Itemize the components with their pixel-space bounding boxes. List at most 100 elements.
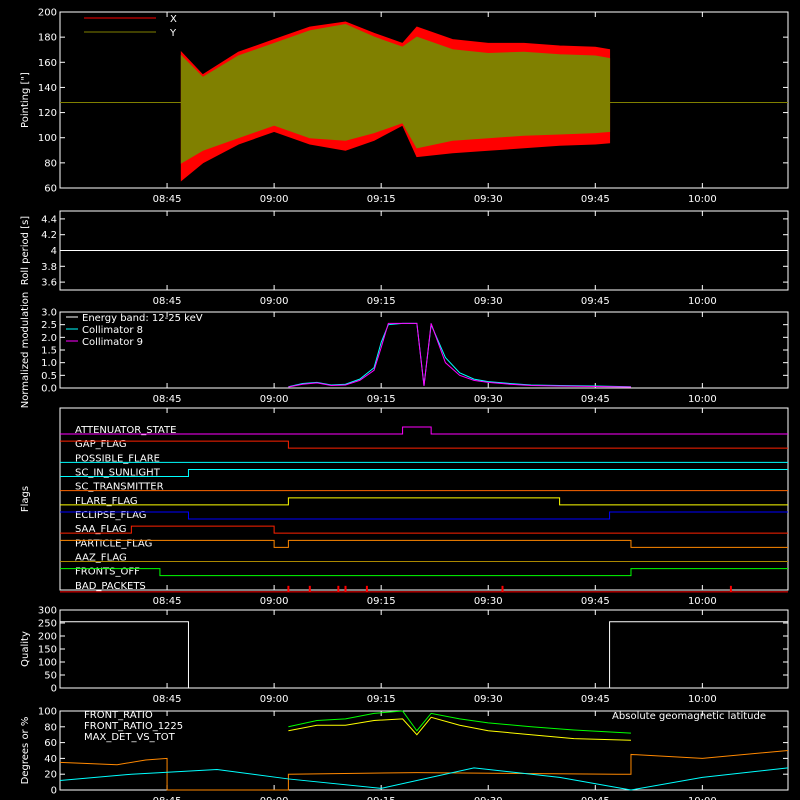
roll-xtick-label: 09:45 bbox=[581, 296, 610, 307]
modulation-legend-label: Collimator 9 bbox=[82, 337, 143, 348]
quality-xtick-label: 09:45 bbox=[581, 694, 610, 705]
flags-xtick-label: 09:15 bbox=[367, 596, 396, 607]
flag-label-bad-packets: BAD_PACKETS bbox=[75, 581, 146, 592]
quality-xtick-label: 09:00 bbox=[260, 694, 289, 705]
quality-xtick-label: 09:15 bbox=[367, 694, 396, 705]
quality-ytick-label: 100 bbox=[38, 658, 57, 669]
flags-xtick-label: 09:45 bbox=[581, 596, 610, 607]
ratios-ytick-label: 60 bbox=[44, 738, 57, 749]
quality-ytick-label: 300 bbox=[38, 606, 57, 617]
pointing-ytick-label: 140 bbox=[38, 83, 57, 94]
modulation-ytick-label: 1.5 bbox=[41, 346, 57, 357]
ratios-ylabel: Degrees or % bbox=[20, 717, 31, 785]
quality-ytick-label: 200 bbox=[38, 632, 57, 643]
roll-ylabel: Roll period [s] bbox=[20, 216, 31, 285]
pointing-xtick-label: 09:15 bbox=[367, 194, 396, 205]
quality-xtick-label: 08:45 bbox=[153, 694, 182, 705]
ratios-xtick-label: 08:45 bbox=[153, 796, 182, 800]
quality-line bbox=[60, 621, 788, 689]
ratios-legend-label: FRONT_RATIO_1225 bbox=[84, 721, 183, 732]
ratios-legend-label: FRONT_RATIO bbox=[84, 710, 153, 721]
quality-ytick-label: 250 bbox=[38, 619, 57, 630]
pointing-legend-label-x: X bbox=[170, 14, 177, 25]
flags-ylabel: Flags bbox=[20, 486, 31, 512]
pointing-xtick-label: 08:45 bbox=[153, 194, 182, 205]
ratios-ytick-label: 0 bbox=[51, 786, 57, 797]
quality-ylabel: Quality bbox=[20, 631, 31, 667]
roll-ytick-label: 3.8 bbox=[41, 262, 57, 273]
ratios-ytick-label: 80 bbox=[44, 722, 57, 733]
flags-xtick-label: 09:00 bbox=[260, 596, 289, 607]
flag-trace-flare-flag bbox=[60, 497, 788, 506]
modulation-xtick-label: 09:00 bbox=[260, 394, 289, 405]
roll-xtick-label: 08:45 bbox=[153, 296, 182, 307]
flags-panel: 08:45 09:00 09:15 09:30 09:45 10:00FlagsATTEN… bbox=[20, 407, 789, 607]
quality-xtick-label: 10:00 bbox=[688, 694, 717, 705]
modulation-series-8 bbox=[288, 322, 631, 388]
ratios-series-max-det-vs-tot bbox=[59, 750, 789, 791]
pointing-ytick-label: 60 bbox=[44, 184, 57, 195]
ratios-ytick-label: 20 bbox=[44, 770, 57, 781]
modulation-ytick-label: 2.0 bbox=[41, 333, 57, 344]
modulation-xtick-label: 09:30 bbox=[474, 394, 503, 405]
pointing-xtick-label: 09:45 bbox=[581, 194, 610, 205]
modulation-ytick-label: 3.0 bbox=[41, 308, 57, 319]
modulation-xtick-label: 09:45 bbox=[581, 394, 610, 405]
ratios-series-front-ratio-1225 bbox=[288, 710, 632, 734]
quality-ytick-label: 50 bbox=[44, 671, 57, 682]
modulation-ytick-label: 0.0 bbox=[41, 384, 57, 395]
roll-ytick-label: 4.4 bbox=[41, 214, 57, 225]
ratios-xtick-label: 09:45 bbox=[581, 796, 610, 800]
pointing-ytick-label: 120 bbox=[38, 108, 57, 119]
pointing-ytick-label: 200 bbox=[38, 8, 57, 19]
roll-ytick-label: 4.2 bbox=[41, 230, 57, 241]
flags-xtick-label: 08:45 bbox=[153, 596, 182, 607]
modulation-legend-label: Collimator 8 bbox=[82, 325, 143, 336]
modulation-ytick-label: 2.5 bbox=[41, 320, 57, 331]
modulation-ylabel: Normalized modulation bbox=[20, 292, 31, 409]
ratios-xtick-label: 09:00 bbox=[260, 796, 289, 800]
flags-xtick-label: 10:00 bbox=[688, 596, 717, 607]
roll-xtick-label: 09:00 bbox=[260, 296, 289, 307]
ratios-xtick-label: 09:15 bbox=[367, 796, 396, 800]
modulation-ytick-label: 0.5 bbox=[41, 371, 57, 382]
roll-xtick-label: 09:15 bbox=[367, 296, 396, 307]
quality-panel: 08:45 09:00 09:15 09:30 09:45 10:00 Quality 0 50… bbox=[20, 606, 789, 705]
modulation-legend-title: Energy band: 12-25 keV bbox=[82, 313, 203, 324]
modulation-series-9 bbox=[288, 322, 631, 388]
modulation-xtick-label: 08:45 bbox=[153, 394, 182, 405]
flag-trace-saa-flag bbox=[60, 525, 788, 534]
ratios-xtick-label: 09:30 bbox=[474, 796, 503, 800]
pointing-ytick-label: 80 bbox=[44, 158, 57, 169]
multi-panel-chart: 08:45 09:00 09:15 09:30 09:45 10:00 Pointing [… bbox=[20, 8, 789, 800]
pointing-ylabel: Pointing ["] bbox=[20, 72, 31, 128]
roll-panel: 08:45 09:00 09:15 09:30 09:45 10:00 Roll perio… bbox=[20, 210, 789, 307]
pointing-xtick-label: 09:00 bbox=[260, 194, 289, 205]
roll-ytick-label: 3.6 bbox=[41, 278, 57, 289]
quality-ytick-label: 150 bbox=[38, 645, 57, 656]
pointing-ytick-label: 100 bbox=[38, 133, 57, 144]
modulation-xtick-label: 09:15 bbox=[367, 394, 396, 405]
pointing-legend-label-y: Y bbox=[169, 28, 177, 39]
quality-xtick-label: 09:30 bbox=[474, 694, 503, 705]
pointing-xtick-label: 09:30 bbox=[474, 194, 503, 205]
pointing-xtick-label: 10:00 bbox=[688, 194, 717, 205]
flag-trace-eclipse-flag bbox=[60, 511, 788, 520]
roll-ytick-label: 4 bbox=[51, 246, 57, 257]
ratios-panel: 08:45 09:00 09:15 09:30 09:45 10:00 Degrees or… bbox=[20, 707, 789, 800]
pointing-ytick-label: 180 bbox=[38, 33, 57, 44]
flag-trace-particle-flag bbox=[60, 539, 788, 548]
ratios-series-front-ratio bbox=[288, 716, 631, 741]
pointing-panel: 08:45 09:00 09:15 09:30 09:45 10:00 Pointing [… bbox=[20, 8, 789, 205]
ratios-legend-label-latitude: Absolute geomagnetic latitude bbox=[612, 711, 766, 722]
modulation-xtick-label: 10:00 bbox=[688, 394, 717, 405]
pointing-ytick-label: 160 bbox=[38, 58, 57, 69]
quality-ytick-label: 0 bbox=[51, 684, 57, 695]
ratios-ytick-label: 40 bbox=[44, 754, 57, 765]
roll-xtick-label: 10:00 bbox=[688, 296, 717, 307]
ratios-series-absolute-geomagnetic-latitude bbox=[59, 767, 789, 791]
flag-trace-fronts-off bbox=[60, 568, 788, 577]
modulation-panel: 08:45 09:00 09:15 09:30 09:45 10:00 Normalized… bbox=[20, 292, 789, 409]
flags-xtick-label: 09:30 bbox=[474, 596, 503, 607]
roll-xtick-label: 09:30 bbox=[474, 296, 503, 307]
